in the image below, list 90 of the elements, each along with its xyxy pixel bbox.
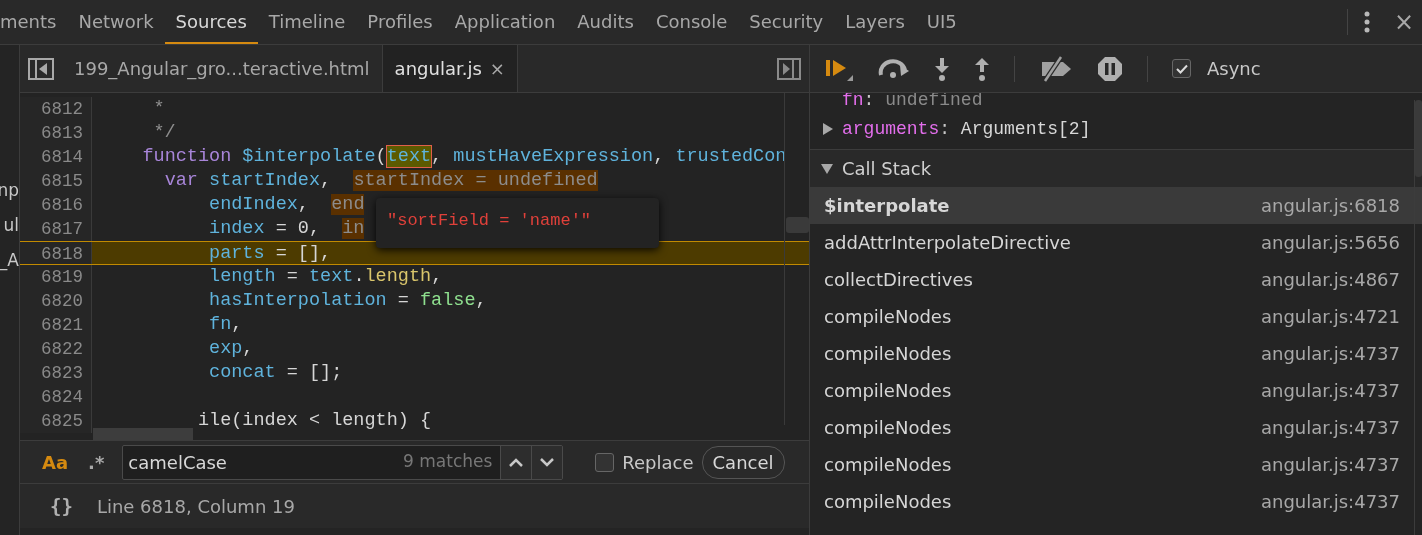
code-line: exp, bbox=[209, 338, 254, 359]
next-match-button[interactable] bbox=[531, 445, 563, 479]
match-case-button[interactable]: Aa bbox=[36, 447, 75, 477]
code-line: */ bbox=[153, 122, 176, 143]
call-frame[interactable]: compileNodes angular.js:4721 bbox=[810, 298, 1422, 335]
navigator-item[interactable]: ul bbox=[3, 208, 19, 243]
panel-tab[interactable]: UI5 bbox=[915, 0, 968, 44]
pretty-print-button[interactable]: {} bbox=[50, 491, 73, 521]
code-line: function $interpolate(text, mustHaveExpression, trustedCon bbox=[142, 146, 787, 167]
step-out-icon[interactable] bbox=[974, 56, 990, 81]
code-line: parts = [], bbox=[209, 243, 332, 264]
cancel-button[interactable]: Cancel bbox=[701, 445, 785, 479]
frame-location: angular.js:4737 bbox=[1260, 490, 1400, 514]
chevron-up-icon bbox=[509, 457, 524, 467]
sidebar-toggle-icon[interactable] bbox=[777, 57, 801, 80]
panel-tab[interactable]: Security bbox=[738, 0, 835, 44]
code-line: * bbox=[153, 98, 165, 119]
expand-arrow-icon[interactable] bbox=[822, 122, 834, 136]
frame-location: angular.js:4737 bbox=[1260, 416, 1400, 440]
code-line: var startIndex, startIndex = undefined bbox=[164, 170, 598, 191]
sidebar-toggle-icon[interactable] bbox=[28, 57, 54, 80]
call-frame[interactable]: compileNodes angular.js:4737 bbox=[810, 483, 1422, 520]
match-count: 9 matches bbox=[403, 450, 494, 474]
checkmark-icon bbox=[1175, 63, 1188, 74]
deactivate-breakpoints-icon[interactable] bbox=[1039, 55, 1073, 82]
regex-button[interactable]: .* bbox=[82, 447, 111, 477]
frame-location: angular.js:6818 bbox=[1260, 194, 1400, 218]
call-frame[interactable]: compileNodes angular.js:4737 bbox=[810, 446, 1422, 483]
code-line: index = 0, in bbox=[209, 218, 365, 239]
async-label: Async bbox=[1207, 57, 1261, 81]
panel-tab[interactable]: Layers bbox=[834, 0, 916, 44]
panel-tab[interactable]: Network bbox=[67, 0, 165, 44]
tab-close-button[interactable]: × bbox=[489, 55, 505, 82]
frame-location: angular.js:4867 bbox=[1260, 268, 1400, 292]
function-name: compileNodes bbox=[824, 453, 952, 477]
file-tab[interactable]: 199_Angular_gro...teractive.html bbox=[62, 45, 382, 92]
code-line: length = text.length, bbox=[209, 266, 443, 287]
panel-tab[interactable]: Audits bbox=[566, 0, 645, 44]
step-over-icon[interactable] bbox=[878, 58, 910, 79]
call-frame[interactable]: compileNodes angular.js:4737 bbox=[810, 372, 1422, 409]
code-line: concat = []; bbox=[209, 362, 343, 383]
function-name: compileNodes bbox=[824, 379, 952, 403]
step-into-icon[interactable] bbox=[934, 56, 950, 81]
code-line: fn, bbox=[209, 314, 243, 335]
code-line: ile(index < length) { bbox=[197, 410, 432, 431]
call-frame[interactable]: $interpolate angular.js:6818 bbox=[810, 187, 1422, 224]
scrollbar-thumb[interactable] bbox=[93, 428, 193, 440]
function-name: collectDirectives bbox=[824, 268, 973, 292]
frame-location: angular.js:4737 bbox=[1260, 379, 1400, 403]
line-number: 6818 bbox=[20, 242, 92, 264]
panel-tab[interactable]: Application bbox=[443, 0, 567, 44]
scrollbar-thumb[interactable] bbox=[786, 217, 809, 233]
function-name: compileNodes bbox=[824, 342, 952, 366]
function-name: compileNodes bbox=[824, 416, 952, 440]
kebab-menu-icon[interactable] bbox=[1363, 11, 1370, 33]
panel-tab[interactable]: ments bbox=[0, 0, 68, 44]
cursor-position: Line 6818, Column 19 bbox=[96, 494, 295, 519]
search-input[interactable]: camelCase bbox=[123, 447, 404, 477]
search-field[interactable]: camelCase 9 matches bbox=[122, 444, 564, 480]
function-name: $interpolate bbox=[824, 194, 950, 218]
code-line: endIndex, end bbox=[209, 194, 365, 215]
function-name: addAttrInterpolateDirective bbox=[824, 231, 1071, 255]
panel-tab[interactable]: Profiles bbox=[356, 0, 444, 44]
frame-location: angular.js:4737 bbox=[1260, 453, 1400, 477]
call-frame[interactable]: compileNodes angular.js:4737 bbox=[810, 335, 1422, 372]
scope-variable: arguments: Arguments[2] bbox=[842, 118, 1091, 141]
panel-tab[interactable]: Console bbox=[644, 0, 739, 44]
replace-label: Replace bbox=[622, 450, 694, 475]
chevron-down-icon bbox=[540, 457, 555, 467]
call-frame[interactable]: collectDirectives angular.js:4867 bbox=[810, 261, 1422, 298]
section-header[interactable]: Call Stack bbox=[810, 150, 1422, 187]
value-tooltip: "sortField = 'name'" bbox=[376, 198, 659, 248]
code-line: hasInterpolation = false, bbox=[209, 290, 487, 311]
close-button[interactable]: × bbox=[1393, 4, 1414, 40]
collapse-arrow-icon bbox=[820, 162, 834, 175]
previous-match-button[interactable] bbox=[500, 445, 532, 479]
file-tab[interactable]: angular.js × bbox=[381, 45, 518, 92]
scrollbar-thumb[interactable] bbox=[1415, 100, 1422, 177]
frame-location: angular.js:4721 bbox=[1260, 305, 1400, 329]
frame-location: angular.js:4737 bbox=[1260, 342, 1400, 366]
call-frame[interactable]: compileNodes angular.js:4737 bbox=[810, 409, 1422, 446]
replace-checkbox[interactable] bbox=[595, 452, 615, 472]
async-checkbox[interactable] bbox=[1172, 59, 1191, 78]
function-name: compileNodes bbox=[824, 490, 952, 514]
section-title: Call Stack bbox=[842, 157, 932, 181]
call-frame[interactable]: addAttrInterpolateDirective angular.js:5656 bbox=[810, 224, 1422, 261]
panel-tab[interactable]: Timeline bbox=[257, 0, 357, 44]
function-name: compileNodes bbox=[824, 305, 952, 329]
pause-on-exceptions-icon[interactable] bbox=[1097, 55, 1123, 82]
frame-location: angular.js:5656 bbox=[1260, 231, 1400, 255]
